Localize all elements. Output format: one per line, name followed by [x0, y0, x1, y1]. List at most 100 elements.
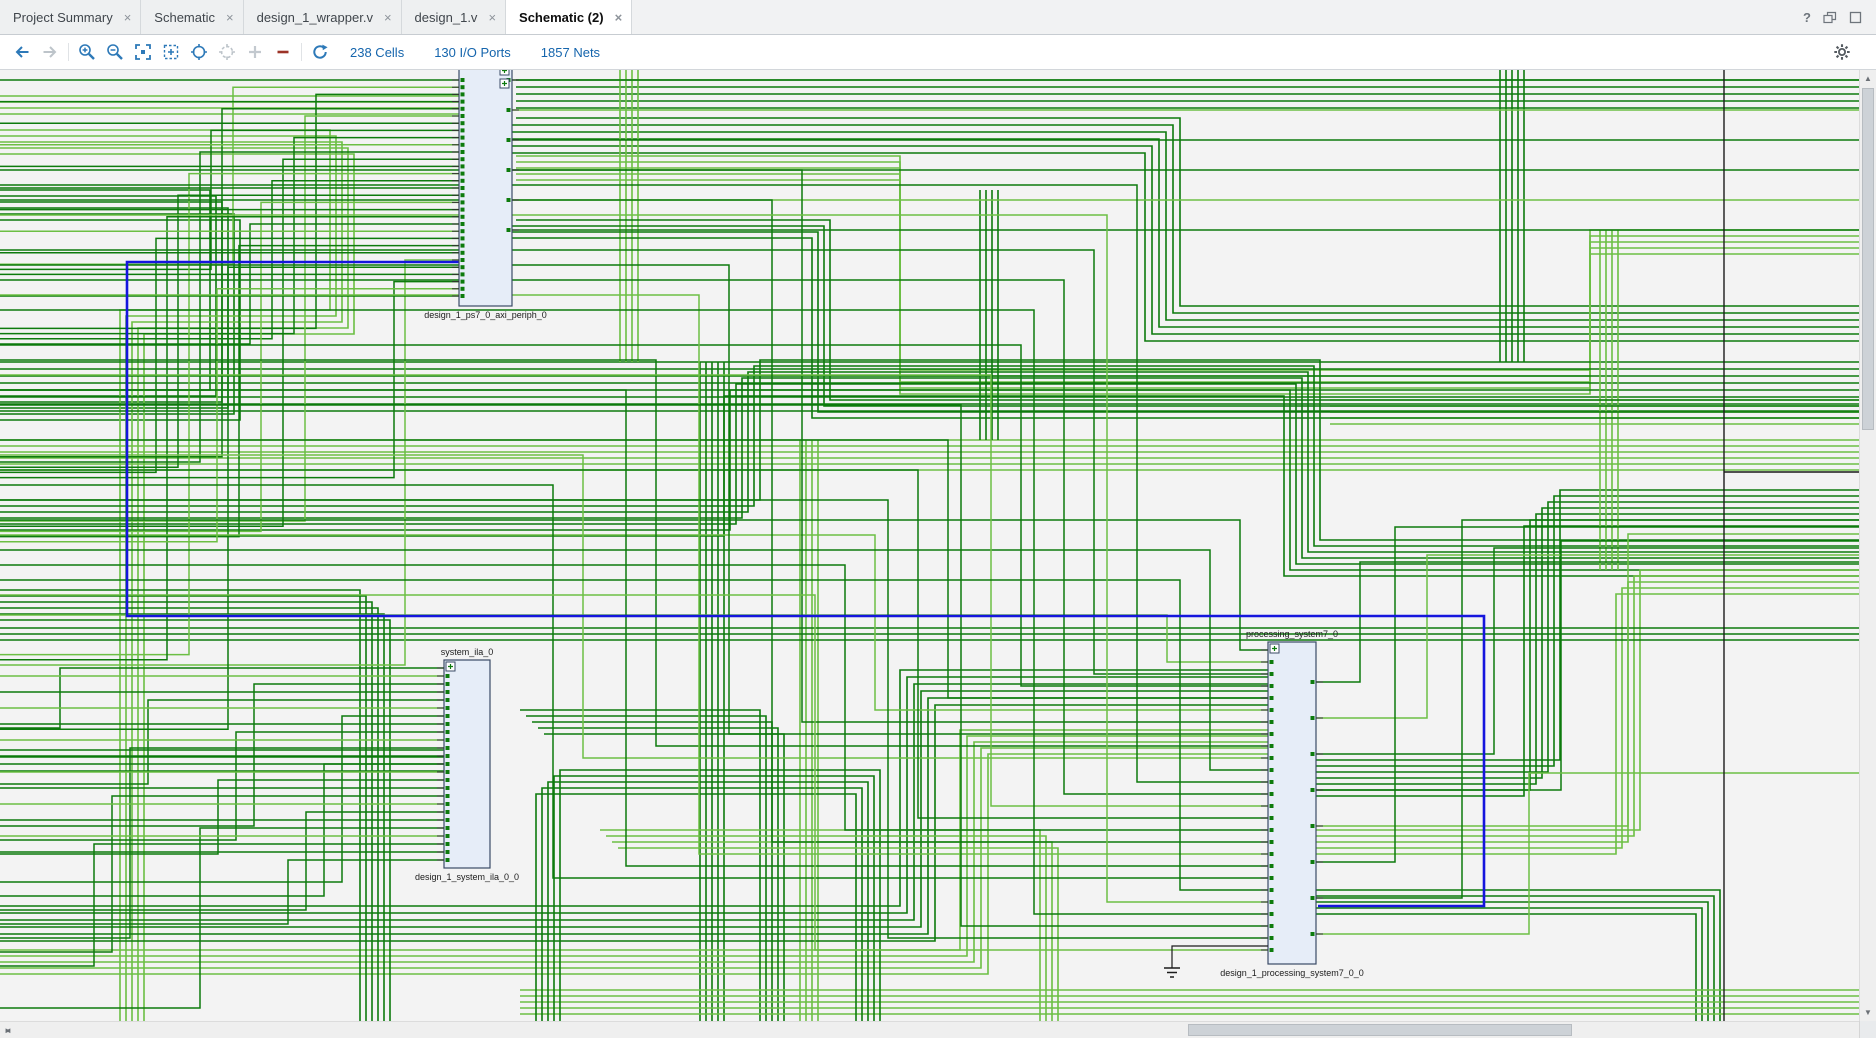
net-wire[interactable] — [1280, 519, 1876, 791]
tab-design-1-wrapper-v[interactable]: design_1_wrapper.v × — [243, 0, 402, 34]
regenerate-button[interactable] — [306, 38, 334, 66]
net-wire[interactable] — [0, 151, 459, 463]
cell-body[interactable] — [443, 659, 491, 869]
net-wire[interactable] — [504, 231, 1876, 413]
net-wire[interactable] — [1292, 907, 1703, 1021]
net-wire[interactable] — [0, 735, 1287, 957]
zoom-out-button[interactable] — [101, 38, 129, 66]
tab-close-icon[interactable]: × — [488, 11, 496, 24]
net-wire[interactable] — [516, 155, 1876, 371]
net-wire[interactable] — [0, 180, 459, 340]
net-wire[interactable] — [0, 690, 1301, 928]
net-wire[interactable] — [0, 747, 1301, 969]
net-wire[interactable] — [516, 173, 1876, 389]
net-wire[interactable] — [0, 549, 1268, 771]
net-wire[interactable] — [0, 288, 459, 543]
help-icon[interactable]: ? — [1803, 10, 1811, 25]
net-wire[interactable] — [0, 613, 385, 1021]
net-wire[interactable] — [0, 147, 349, 1021]
net-wire[interactable] — [553, 775, 875, 1021]
schematic-svg[interactable]: design_1_ps7_0_axi_periph_0 system_ila_0d… — [0, 70, 1876, 1021]
horizontal-scrollbar-thumb[interactable] — [1188, 1024, 1572, 1036]
net-wire[interactable] — [0, 216, 459, 661]
stat-link-130-i-o-ports[interactable]: 130 I/O Ports — [434, 45, 511, 60]
tab-design-1-v[interactable]: design_1.v × — [401, 0, 507, 34]
settings-button[interactable] — [1828, 38, 1856, 66]
net-wire[interactable] — [1298, 501, 1876, 773]
net-wire[interactable] — [559, 769, 881, 1021]
autofit-selection-button[interactable] — [185, 38, 213, 66]
float-window-icon[interactable] — [1823, 11, 1837, 24]
net-wire[interactable] — [0, 519, 1268, 651]
net-wire[interactable] — [612, 841, 1053, 1021]
tab-close-icon[interactable]: × — [226, 11, 234, 24]
net-wire[interactable] — [0, 359, 1876, 541]
stat-link-238-cells[interactable]: 238 Cells — [350, 45, 404, 60]
tab-project-summary[interactable]: Project Summary × — [0, 0, 142, 34]
net-wire[interactable] — [0, 201, 459, 533]
net-wire[interactable] — [538, 727, 779, 1021]
zoom-selection-button[interactable] — [157, 38, 185, 66]
scroll-right-button[interactable]: ► — [0, 1022, 16, 1038]
net-wire[interactable] — [0, 469, 1268, 819]
net-wire[interactable] — [0, 395, 1876, 577]
tab-close-icon[interactable]: × — [615, 11, 623, 24]
net-wire[interactable] — [1316, 554, 1876, 719]
collapse-hierarchy-button[interactable] — [269, 38, 297, 66]
tab-close-icon[interactable]: × — [124, 11, 132, 24]
tab-schematic[interactable]: Schematic × — [141, 0, 244, 34]
net-wire[interactable] — [0, 439, 1268, 699]
net-wire[interactable] — [0, 614, 1268, 663]
stat-link-1857-nets[interactable]: 1857 Nets — [541, 45, 600, 60]
tab-close-icon[interactable]: × — [384, 11, 392, 24]
net-wire[interactable] — [1316, 533, 1876, 827]
net-wire[interactable] — [1316, 540, 1876, 791]
net-wire[interactable] — [0, 389, 1876, 571]
net-wire[interactable] — [1316, 561, 1876, 683]
net-wire[interactable] — [0, 607, 379, 1021]
net-wire[interactable] — [516, 161, 1876, 377]
net-wire[interactable] — [535, 793, 857, 1021]
cell-pin-marker — [1269, 816, 1274, 820]
tab-schematic-2[interactable]: Schematic (2) × — [506, 0, 633, 34]
net-wire[interactable] — [526, 715, 767, 1021]
horizontal-scrollbar[interactable]: ◄ ► — [0, 1021, 1876, 1038]
scroll-up-button[interactable]: ▲ — [1860, 70, 1876, 87]
net-wire[interactable] — [1316, 526, 1876, 863]
net-wire[interactable] — [0, 280, 459, 479]
net-wire[interactable] — [1274, 525, 1876, 797]
net-wire[interactable] — [0, 153, 355, 1021]
cell-body[interactable] — [458, 70, 513, 307]
tab-label: design_1_wrapper.v — [256, 9, 373, 25]
net-wire[interactable] — [532, 721, 773, 1021]
net-wire[interactable] — [0, 371, 1876, 553]
schematic-canvas[interactable]: design_1_ps7_0_axi_periph_0 system_ila_0 d… — [0, 70, 1876, 1021]
net-wire[interactable] — [1298, 901, 1709, 1021]
zoom-in-button[interactable] — [73, 38, 101, 66]
net-wire[interactable] — [1286, 593, 1876, 855]
net-wire[interactable] — [0, 214, 1268, 903]
net-wire[interactable] — [0, 115, 459, 522]
net-wire[interactable] — [1316, 547, 1876, 755]
vertical-scrollbar-thumb[interactable] — [1862, 88, 1874, 430]
cell-body[interactable] — [1267, 641, 1317, 965]
net-wire[interactable] — [0, 365, 1876, 547]
vertical-scrollbar[interactable]: ▲ ▼ — [1859, 70, 1876, 1021]
maximize-icon[interactable] — [1849, 11, 1862, 24]
net-wire[interactable] — [547, 781, 869, 1021]
net-wire[interactable] — [606, 835, 1047, 1021]
cell-pin-marker — [1269, 936, 1274, 940]
net-wire[interactable] — [0, 683, 1294, 921]
zoom-fit-button[interactable] — [129, 38, 157, 66]
net-wire[interactable] — [0, 223, 459, 345]
net-wire[interactable] — [0, 194, 459, 468]
net-wire[interactable] — [541, 787, 863, 1021]
net-wire[interactable] — [510, 225, 1876, 407]
net-wire[interactable] — [1298, 581, 1876, 843]
back-button[interactable] — [8, 38, 36, 66]
scroll-down-button[interactable]: ▼ — [1860, 1004, 1876, 1021]
net-wire[interactable] — [0, 213, 235, 415]
net-wire[interactable] — [0, 484, 1268, 879]
net-wire[interactable] — [0, 237, 459, 474]
net-wire[interactable] — [1304, 495, 1876, 767]
